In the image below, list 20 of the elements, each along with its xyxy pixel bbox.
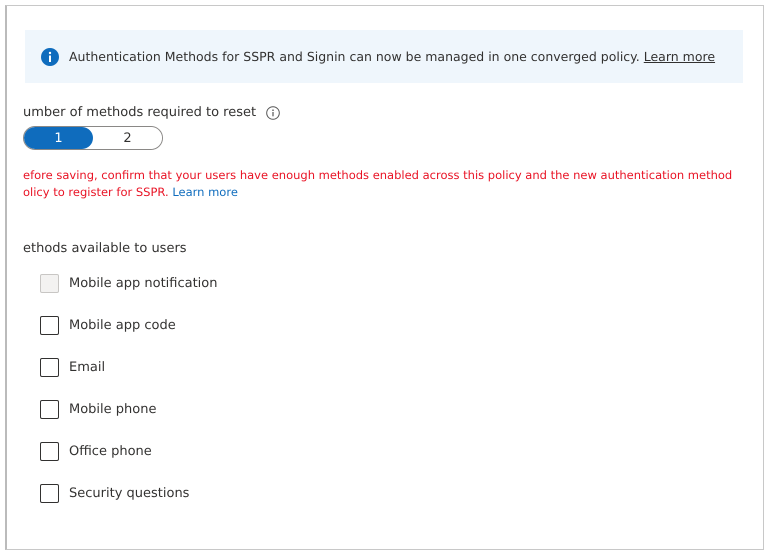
info-icon — [41, 48, 59, 66]
field-label: umber of methods required to reset — [23, 105, 256, 120]
checkbox-label: Mobile phone — [69, 402, 156, 416]
warning-message: efore saving, confirm that your users have enough methods enabled across this policy and the new authentication method olicy to register for SSPR. Learn more — [23, 167, 732, 201]
checkbox[interactable] — [40, 442, 59, 460]
checkbox-label: Office phone — [69, 444, 152, 458]
checkbox[interactable] — [40, 484, 59, 502]
section-label: ethods available to users — [23, 241, 188, 256]
learn-more-link[interactable]: Learn more — [644, 49, 716, 64]
checkbox[interactable] — [40, 358, 59, 376]
segment-option[interactable]: 1 — [24, 127, 93, 149]
checkbox-label: Mobile app code — [69, 318, 176, 332]
checkbox-label: Email — [69, 360, 106, 374]
checkbox[interactable] — [40, 316, 59, 334]
banner-message: Authentication Methods for SSPR and Signin can now be managed in one converged policy. Learn more — [69, 49, 716, 64]
learn-more-link[interactable]: Learn more — [172, 185, 238, 199]
checkbox[interactable] — [40, 400, 59, 418]
info-icon[interactable] — [266, 106, 280, 120]
checkbox-label: Mobile app notification — [69, 276, 218, 290]
checkbox-label: Security questions — [69, 486, 190, 500]
